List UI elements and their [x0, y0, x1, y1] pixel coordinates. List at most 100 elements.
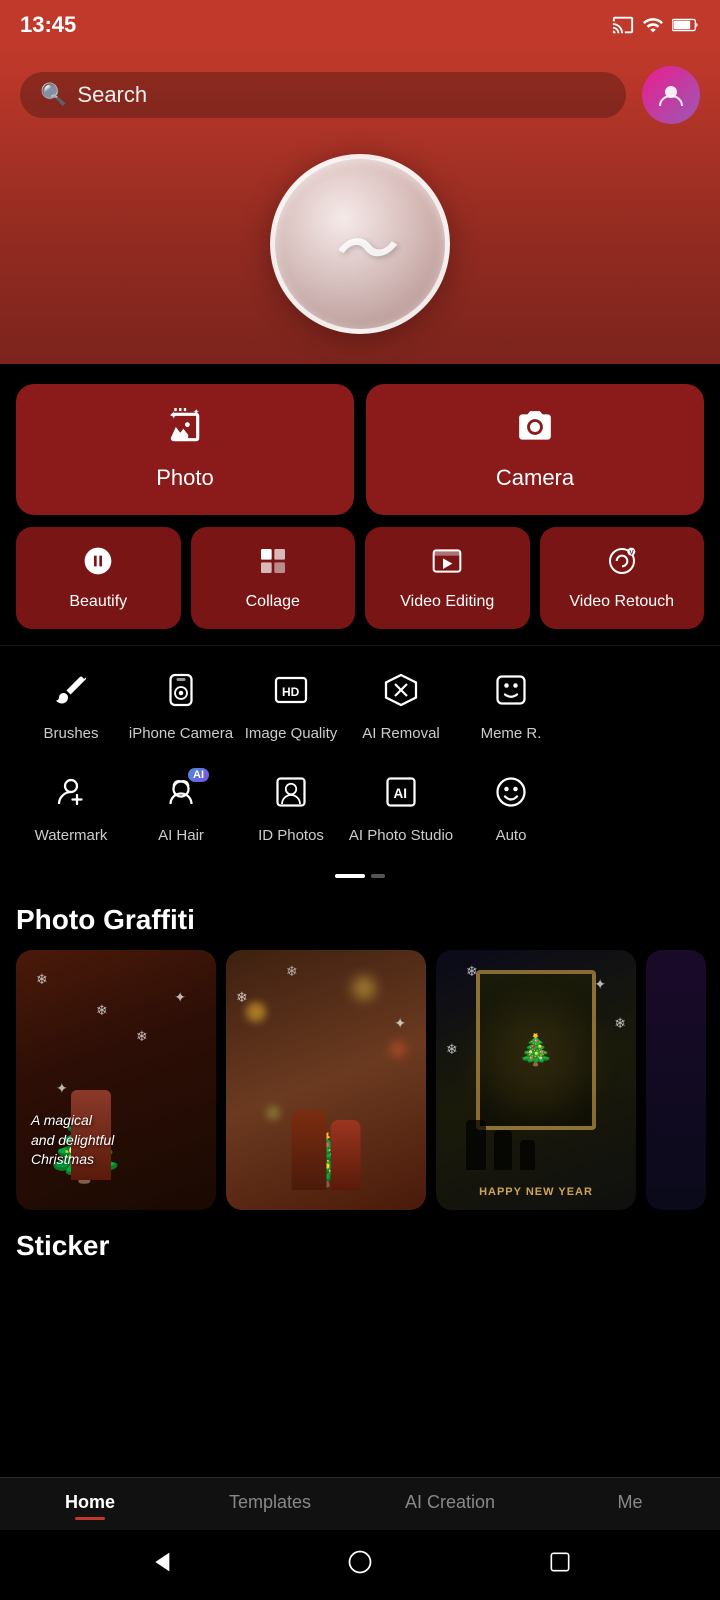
search-icon: 🔍 — [40, 82, 67, 108]
collage-button[interactable]: Collage — [191, 527, 356, 629]
iphone-camera-label: iPhone Camera — [129, 725, 233, 742]
beautify-label: Beautify — [69, 593, 127, 611]
watermark-icon — [53, 774, 89, 819]
tool-meme[interactable]: Meme R. — [456, 666, 566, 748]
tab-home-label: Home — [65, 1492, 115, 1513]
status-time: 13:45 — [20, 12, 76, 38]
photo-text-1: A magicaland delightfulChristmas — [31, 1111, 114, 1170]
back-button[interactable] — [142, 1544, 178, 1580]
meme-icon — [493, 672, 529, 717]
tool-ai-photo-studio[interactable]: AI AI Photo Studio — [346, 768, 456, 850]
tab-home[interactable]: Home — [30, 1492, 150, 1520]
video-editing-label: Video Editing — [400, 593, 494, 611]
watermark-label: Watermark — [35, 827, 108, 844]
tab-templates[interactable]: Templates — [210, 1492, 330, 1520]
iphone-camera-icon — [163, 672, 199, 717]
logo-area: 〜 — [20, 134, 700, 364]
tool-watermark[interactable]: Watermark — [16, 768, 126, 850]
tab-templates-label: Templates — [229, 1492, 311, 1513]
ai-photo-studio-label: AI Photo Studio — [349, 827, 453, 844]
avatar-icon — [656, 80, 686, 110]
id-photos-icon — [273, 774, 309, 819]
id-photos-label: ID Photos — [258, 827, 324, 844]
recents-button[interactable] — [542, 1544, 578, 1580]
svg-text:HD: HD — [282, 685, 300, 699]
status-bar: 13:45 — [0, 0, 720, 50]
logo-symbol: 〜 — [332, 201, 388, 288]
svg-text:✦: ✦ — [169, 410, 178, 422]
main-content: ✦ ✦ Photo Camera Beautify — [0, 364, 720, 1412]
photo-button[interactable]: ✦ ✦ Photo — [16, 384, 354, 515]
photo-graffiti-title: Photo Graffiti — [0, 894, 720, 950]
video-editing-button[interactable]: Video Editing — [365, 527, 530, 629]
tool-iphone-camera[interactable]: iPhone Camera — [126, 666, 236, 748]
beautify-button[interactable]: Beautify — [16, 527, 181, 629]
scroll-dot-2 — [371, 874, 385, 878]
tool-ai-hair[interactable]: AI AI Hair — [126, 768, 236, 850]
video-retouch-label: Video Retouch — [569, 593, 674, 611]
nav-tabs: Home Templates AI Creation Me — [0, 1478, 720, 1530]
tab-me[interactable]: Me — [570, 1492, 690, 1520]
svg-text:✦: ✦ — [193, 408, 200, 416]
search-row: 🔍 Search — [20, 50, 700, 134]
auto-icon — [493, 774, 529, 819]
photo-label: Photo — [156, 465, 214, 491]
battery-icon — [672, 14, 700, 36]
svg-text:AI: AI — [394, 786, 408, 801]
photo-grid: 🎄 A magicaland delightfulChristmas ❄ ✦ ❄… — [0, 950, 720, 1210]
search-placeholder: Search — [77, 82, 147, 108]
tab-ai-creation-label: AI Creation — [405, 1492, 495, 1513]
tools-row-1: Brushes iPhone Camera HD — [0, 656, 720, 758]
svg-text:V: V — [629, 549, 634, 556]
camera-button[interactable]: Camera — [366, 384, 704, 515]
brushes-label: Brushes — [43, 725, 98, 742]
photo-card-2[interactable]: 🎄 ❄ ✦ — [226, 950, 426, 1210]
video-retouch-icon: V — [606, 545, 638, 585]
tool-ai-removal[interactable]: AI Removal — [346, 666, 456, 748]
header-area: 🔍 Search 〜 — [0, 50, 720, 364]
sticker-section: Sticker — [0, 1210, 720, 1272]
scroll-indicator — [0, 866, 720, 894]
ai-badge: AI — [188, 768, 209, 782]
tool-brushes[interactable]: Brushes — [16, 666, 126, 748]
image-quality-label: Image Quality — [245, 725, 338, 742]
beautify-icon — [82, 545, 114, 585]
system-nav — [0, 1530, 720, 1600]
tools-section: Brushes iPhone Camera HD — [0, 645, 720, 866]
status-icons — [612, 14, 700, 36]
auto-label: Auto — [496, 827, 527, 844]
photo-graffiti-section: Photo Graffiti 🎄 A magicaland delightful… — [0, 894, 720, 1210]
logo-circle: 〜 — [270, 154, 450, 334]
search-bar[interactable]: 🔍 Search — [20, 72, 626, 118]
ai-hair-label: AI Hair — [158, 827, 204, 844]
photo-icon: ✦ ✦ — [166, 408, 204, 455]
photo-card-1[interactable]: 🎄 A magicaland delightfulChristmas ❄ ✦ ❄… — [16, 950, 216, 1210]
avatar-button[interactable] — [642, 66, 700, 124]
main-buttons-row: ✦ ✦ Photo Camera — [0, 364, 720, 527]
wifi-icon — [642, 14, 664, 36]
tool-auto[interactable]: Auto — [456, 768, 566, 850]
scroll-dot-1 — [335, 874, 365, 878]
collage-icon — [257, 545, 289, 585]
sticker-title: Sticker — [16, 1230, 704, 1262]
ai-photo-studio-icon: AI — [383, 774, 419, 819]
tab-home-underline — [75, 1517, 105, 1520]
meme-label: Meme R. — [481, 725, 542, 742]
photo-card-4[interactable] — [646, 950, 706, 1210]
camera-label: Camera — [496, 465, 574, 491]
home-button[interactable] — [342, 1544, 378, 1580]
photo-card-inner-1: 🎄 A magicaland delightfulChristmas ❄ ✦ ❄… — [16, 950, 216, 1210]
ai-hair-icon: AI — [163, 774, 199, 819]
tab-me-label: Me — [617, 1492, 642, 1513]
image-quality-icon: HD — [273, 672, 309, 717]
photo-card-3[interactable]: 🎄 HAPPY NEW YEAR ❄ ✦ — [436, 950, 636, 1210]
tool-id-photos[interactable]: ID Photos — [236, 768, 346, 850]
photo-card-inner-2: 🎄 ❄ ✦ — [226, 950, 426, 1210]
video-editing-icon — [431, 545, 463, 585]
tab-ai-creation[interactable]: AI Creation — [390, 1492, 510, 1520]
secondary-buttons-row: Beautify Collage Video Edit — [0, 527, 720, 645]
video-retouch-button[interactable]: V Video Retouch — [540, 527, 705, 629]
tool-image-quality[interactable]: HD Image Quality — [236, 666, 346, 748]
bottom-nav: Home Templates AI Creation Me — [0, 1477, 720, 1600]
tools-row-2: Watermark AI AI Hair — [0, 758, 720, 860]
